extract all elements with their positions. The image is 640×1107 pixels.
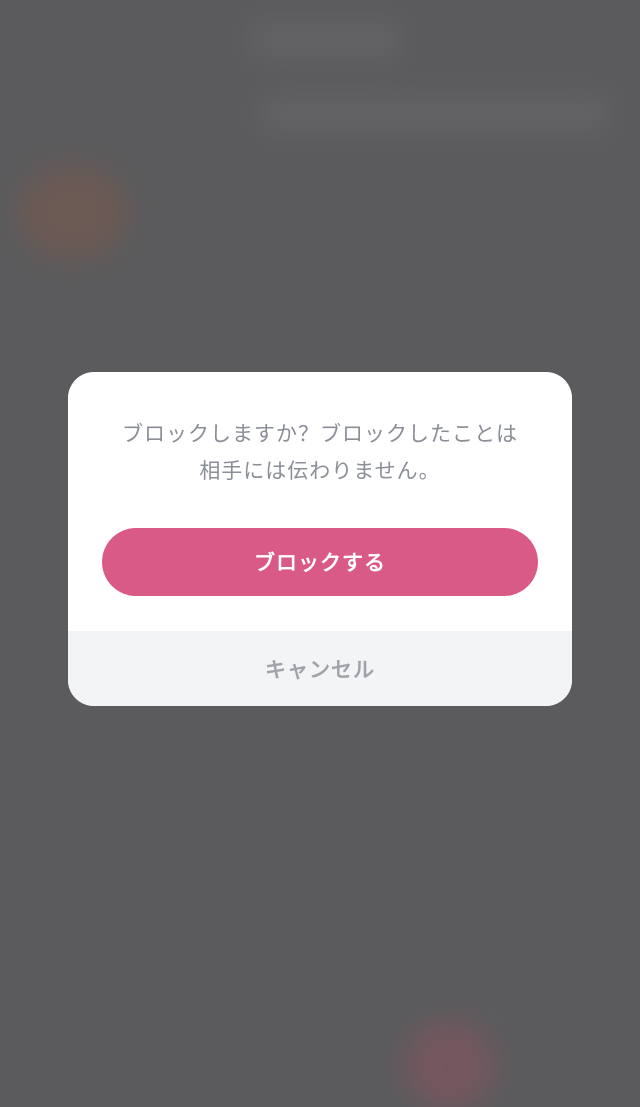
cancel-button[interactable]: キャンセル (68, 631, 572, 706)
cancel-button-label: キャンセル (265, 657, 375, 682)
blurred-header-bar (250, 20, 400, 60)
screen: ブロックしますか？ブロックしたことは 相手には伝わりません。 ブロックする キャ… (0, 0, 640, 1107)
blurred-action-button (405, 1020, 495, 1107)
block-button[interactable]: ブロックする (102, 528, 538, 596)
blurred-avatar (18, 165, 128, 260)
blurred-tabs-bar (260, 95, 610, 133)
dialog-message-line-2: 相手には伝わりません。 (199, 459, 441, 483)
dialog-message: ブロックしますか？ブロックしたことは 相手には伝わりません。 (92, 416, 548, 490)
block-confirm-dialog: ブロックしますか？ブロックしたことは 相手には伝わりません。 ブロックする キャ… (68, 372, 572, 706)
block-button-label: ブロックする (254, 552, 386, 575)
dialog-message-line-1: ブロックしますか？ブロックしたことは (122, 422, 518, 446)
